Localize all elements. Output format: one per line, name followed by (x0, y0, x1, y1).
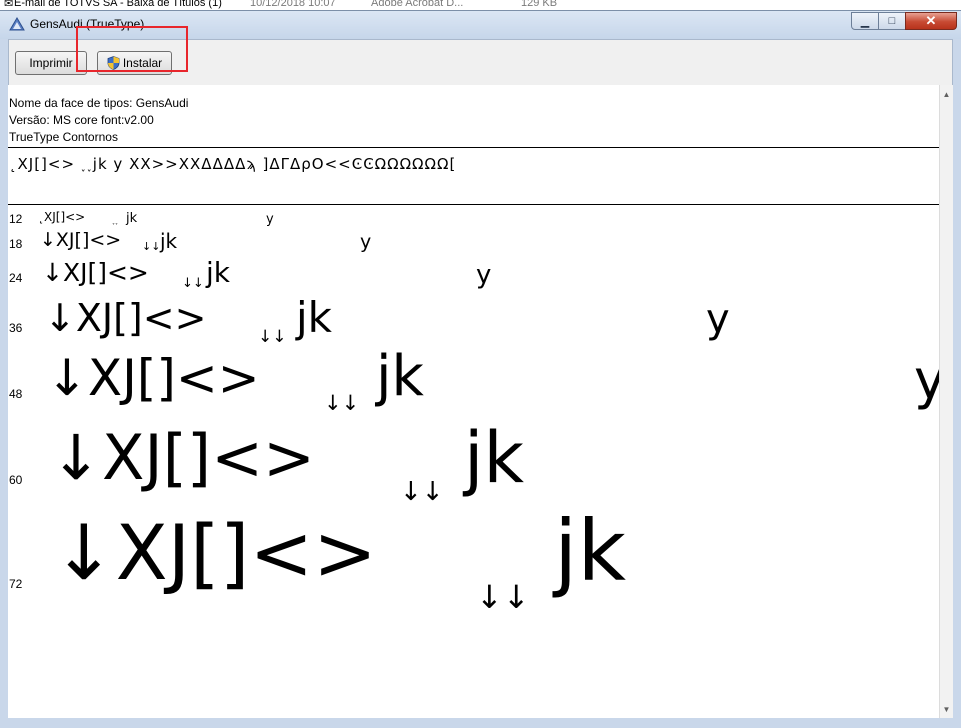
sample-size-label: 36 (9, 321, 23, 335)
sample-glyphs: ↓XJ[]<> (44, 296, 207, 340)
minimize-icon: ▁ (860, 15, 870, 28)
sample-size-label: 48 (9, 387, 23, 401)
sample-jk: jk (296, 293, 332, 342)
sample-y: y (360, 231, 372, 253)
font-app-icon (9, 17, 25, 31)
sample-jk: jk (206, 256, 230, 289)
sample-arrows: ↓↓ (182, 276, 204, 291)
sample-glyphs: ↓XJ[]<> (42, 258, 149, 287)
background-window-strip: ✉ E-mail de TOTVS SA - Baixa de Títulos … (0, 0, 961, 10)
sample-glyphs: ↓XJ[]<> (46, 349, 260, 407)
font-version: Versão: MS core font:v2.00 (9, 113, 154, 127)
scroll-down-arrow-icon[interactable]: ▼ (940, 702, 953, 716)
character-set-sample: ˛XJ[]<> ˯˯jk y XX>>XXΔΔΔΔϡ ]ΔΓΔρΟ<<ϾϾΩΩΩ… (9, 155, 457, 173)
background-item-title: E-mail de TOTVS SA - Baixa de Títulos (1… (14, 0, 222, 9)
sample-size-label: 12 (9, 212, 23, 226)
sample-y: y (266, 212, 274, 227)
sample-y: y (476, 260, 492, 290)
sample-size-label: 18 (9, 237, 23, 251)
background-item-size: 129 KB (521, 0, 558, 9)
sample-glyphs: ↓XJ[]<> (50, 421, 315, 494)
background-item-app: Adobe Acrobat D... (371, 0, 464, 9)
sample-jk: jk (464, 417, 524, 499)
highlight-box (76, 26, 188, 72)
sample-arrows: ↓↓ (324, 391, 360, 415)
divider-bottom (8, 204, 939, 205)
close-button[interactable]: ✕ (905, 12, 957, 30)
divider-top (8, 147, 939, 148)
sample-glyphs: ↓XJ[]<> (40, 229, 122, 251)
sample-y: y (706, 296, 730, 342)
sample-size-label: 72 (9, 577, 23, 591)
sample-size-label: 60 (9, 473, 23, 487)
sample-jk: jk (554, 502, 626, 600)
sample-jk: jk (126, 211, 138, 226)
sample-jk: jk (376, 344, 424, 409)
sample-glyphs: ↓XJ[]<> (52, 508, 377, 597)
sample-arrows: ↓↓ (258, 327, 287, 347)
sample-y: y (914, 348, 939, 411)
font-preview-pane: Nome da face de tipos: GensAudi Versão: … (8, 85, 939, 718)
maximize-icon: □ (888, 15, 896, 27)
minimize-button[interactable]: ▁ (851, 12, 879, 30)
sample-arrows: ˯˯ (112, 216, 118, 226)
maximize-button[interactable]: □ (878, 12, 906, 30)
sample-arrows: ↓↓ (400, 477, 444, 507)
background-mail-icon: ✉ (4, 0, 14, 10)
scroll-up-arrow-icon[interactable]: ▲ (940, 87, 953, 101)
sample-arrows: ↓↓ (476, 578, 530, 616)
font-outline-type: TrueType Contornos (9, 130, 118, 144)
sample-arrows: ↓↓ (142, 240, 161, 253)
background-item-date: 10/12/2018 10:07 (250, 0, 336, 9)
font-face-name: Nome da face de tipos: GensAudi (9, 96, 189, 110)
font-viewer-window: GensAudi (TrueType) ▁ □ ✕ Imprimir Insta… (0, 10, 961, 728)
sample-jk: jk (160, 229, 178, 253)
sample-glyphs: ˛XJ[]<> (38, 210, 86, 224)
sample-size-label: 24 (9, 271, 23, 285)
close-icon: ✕ (925, 13, 937, 28)
vertical-scrollbar[interactable]: ▲ ▼ (939, 85, 953, 718)
print-button-label: Imprimir (29, 56, 73, 70)
